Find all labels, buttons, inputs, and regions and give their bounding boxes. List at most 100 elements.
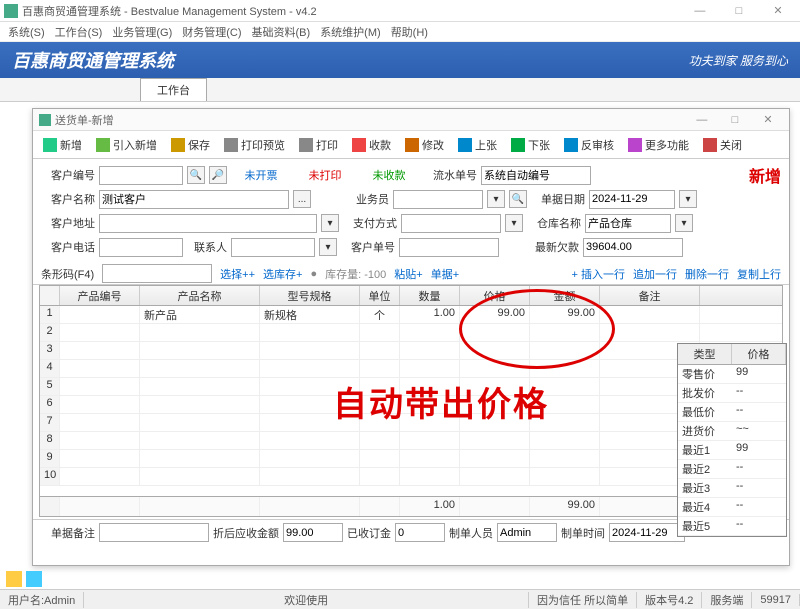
barcode-label: 条形码(F4) <box>41 266 94 282</box>
disc-input[interactable] <box>283 523 343 542</box>
note-label: 单据备注 <box>41 525 95 541</box>
maker-input[interactable] <box>497 523 557 542</box>
child-window: 送货单-新增 — □ ✕ 新增 引入新增 保存 打印预览 打印 收款 修改 上张… <box>32 108 790 566</box>
lookup-button[interactable]: 🔍 <box>187 166 205 184</box>
make-time-input[interactable] <box>609 523 685 542</box>
tray-icon-2[interactable] <box>26 571 42 587</box>
menu-bar: 系统(S) 工作台(S) 业务管理(G) 财务管理(C) 基础资料(B) 系统维… <box>0 22 800 42</box>
table-row[interactable]: 6 <box>40 396 782 414</box>
table-row[interactable]: 5 <box>40 378 782 396</box>
cust-no-label: 客户单号 <box>341 239 395 255</box>
status-service: 服务端 <box>702 592 752 608</box>
child-min-button[interactable]: — <box>687 114 717 126</box>
cust-no-input[interactable] <box>399 238 499 257</box>
search-button[interactable]: 🔎 <box>209 166 227 184</box>
cust-addr-input[interactable] <box>99 214 317 233</box>
brand-text: 百惠商贸通管理系统 <box>12 47 174 73</box>
tab-workbench[interactable]: 工作台 <box>140 78 207 101</box>
wh-drop[interactable]: ▾ <box>675 214 693 232</box>
table-row[interactable]: 3 <box>40 342 782 360</box>
cust-tel-input[interactable] <box>99 238 183 257</box>
maximize-button[interactable]: □ <box>721 5 757 17</box>
grid-body[interactable]: 1新产品新规格个1.0099.0099.002345678910 <box>40 306 782 496</box>
table-row[interactable]: 4 <box>40 360 782 378</box>
close-doc-button[interactable]: 关闭 <box>699 135 746 155</box>
select-stock[interactable]: 选库存+ <box>263 266 302 282</box>
dep-input[interactable] <box>395 523 445 542</box>
cust-name-input[interactable] <box>99 190 289 209</box>
menu-system[interactable]: 系统(S) <box>4 22 49 42</box>
table-row[interactable]: 1新产品新规格个1.0099.0099.00 <box>40 306 782 324</box>
addr-drop[interactable]: ▾ <box>321 214 339 232</box>
menu-help[interactable]: 帮助(H) <box>387 22 432 42</box>
next-doc-button[interactable]: 下张 <box>507 135 554 155</box>
odd-row[interactable]: 单据+ <box>431 266 459 282</box>
table-row[interactable]: 7 <box>40 414 782 432</box>
cust-code-input[interactable] <box>99 166 183 185</box>
flow-no-label: 流水单号 <box>423 167 477 183</box>
plus-icon <box>43 138 57 152</box>
tab-strip: 工作台 <box>0 78 800 102</box>
preview-button[interactable]: 打印预览 <box>220 135 289 155</box>
menu-finance[interactable]: 财务管理(C) <box>178 22 245 42</box>
price-row: 进货价~~ <box>678 422 786 441</box>
sales-drop[interactable]: ▾ <box>487 190 505 208</box>
table-row[interactable]: 2 <box>40 324 782 342</box>
save-button[interactable]: 保存 <box>167 135 214 155</box>
menu-business[interactable]: 业务管理(G) <box>108 22 176 42</box>
flow-no-input[interactable] <box>481 166 591 185</box>
note-input[interactable] <box>99 523 209 542</box>
app-title: 百惠商贸通管理系统 - Bestvalue Management System … <box>22 3 682 19</box>
grid-header: 产品编号 产品名称 型号规格 单位 数量 价格 金额 备注 <box>40 286 782 306</box>
select-plus[interactable]: 选择++ <box>220 266 255 282</box>
cust-pick-button[interactable]: ... <box>293 190 311 208</box>
power-icon <box>703 138 717 152</box>
contact-drop[interactable]: ▾ <box>319 238 337 256</box>
close-button[interactable]: ✕ <box>760 4 796 17</box>
paste-plus[interactable]: 粘贴+ <box>394 266 422 282</box>
make-time-label: 制单时间 <box>561 525 605 541</box>
last-debt-input[interactable] <box>583 238 683 257</box>
insert-row[interactable]: + 插入一行 <box>572 266 625 282</box>
status-user: 用户名:Admin <box>0 592 84 608</box>
table-row[interactable]: 8 <box>40 432 782 450</box>
barcode-input[interactable] <box>102 264 212 283</box>
recheck-button[interactable]: 反审核 <box>560 135 618 155</box>
add-button[interactable]: 新增 <box>39 135 86 155</box>
tray-icon-1[interactable] <box>6 571 22 587</box>
money-icon <box>352 138 366 152</box>
menu-workbench[interactable]: 工作台(S) <box>51 22 107 42</box>
print-button[interactable]: 打印 <box>295 135 342 155</box>
invoice-status: 未开票 <box>231 167 291 183</box>
table-row[interactable]: 10 <box>40 468 782 486</box>
price-row: 最近2-- <box>678 460 786 479</box>
copy-row[interactable]: 复制上行 <box>737 266 781 282</box>
sales-input[interactable] <box>393 190 483 209</box>
price-row: 最近5-- <box>678 517 786 536</box>
price-row: 最近4-- <box>678 498 786 517</box>
menu-maintain[interactable]: 系统维护(M) <box>316 22 385 42</box>
table-row[interactable]: 9 <box>40 450 782 468</box>
contact-input[interactable] <box>231 238 315 257</box>
sales-pick[interactable]: 🔍 <box>509 190 527 208</box>
wh-input[interactable] <box>585 214 671 233</box>
minimize-button[interactable]: — <box>682 5 718 17</box>
child-max-button[interactable]: □ <box>720 114 750 126</box>
delete-row[interactable]: 删除一行 <box>685 266 729 282</box>
import-button[interactable]: 引入新增 <box>92 135 161 155</box>
append-row[interactable]: 追加一行 <box>633 266 677 282</box>
edit-button[interactable]: 修改 <box>401 135 448 155</box>
price-row: 最近3-- <box>678 479 786 498</box>
child-close-button[interactable]: ✕ <box>753 113 783 126</box>
menu-basedata[interactable]: 基础资料(B) <box>248 22 315 42</box>
slogan-text: 功夫到家 服务到心 <box>689 52 788 69</box>
more-button[interactable]: 更多功能 <box>624 135 693 155</box>
pay-drop[interactable]: ▾ <box>505 214 523 232</box>
collect-button[interactable]: 收款 <box>348 135 395 155</box>
bill-date-input[interactable] <box>589 190 675 209</box>
prev-doc-button[interactable]: 上张 <box>454 135 501 155</box>
pay-input[interactable] <box>401 214 501 233</box>
cust-tel-label: 客户电话 <box>41 239 95 255</box>
app-icon <box>4 4 18 18</box>
date-drop[interactable]: ▾ <box>679 190 697 208</box>
